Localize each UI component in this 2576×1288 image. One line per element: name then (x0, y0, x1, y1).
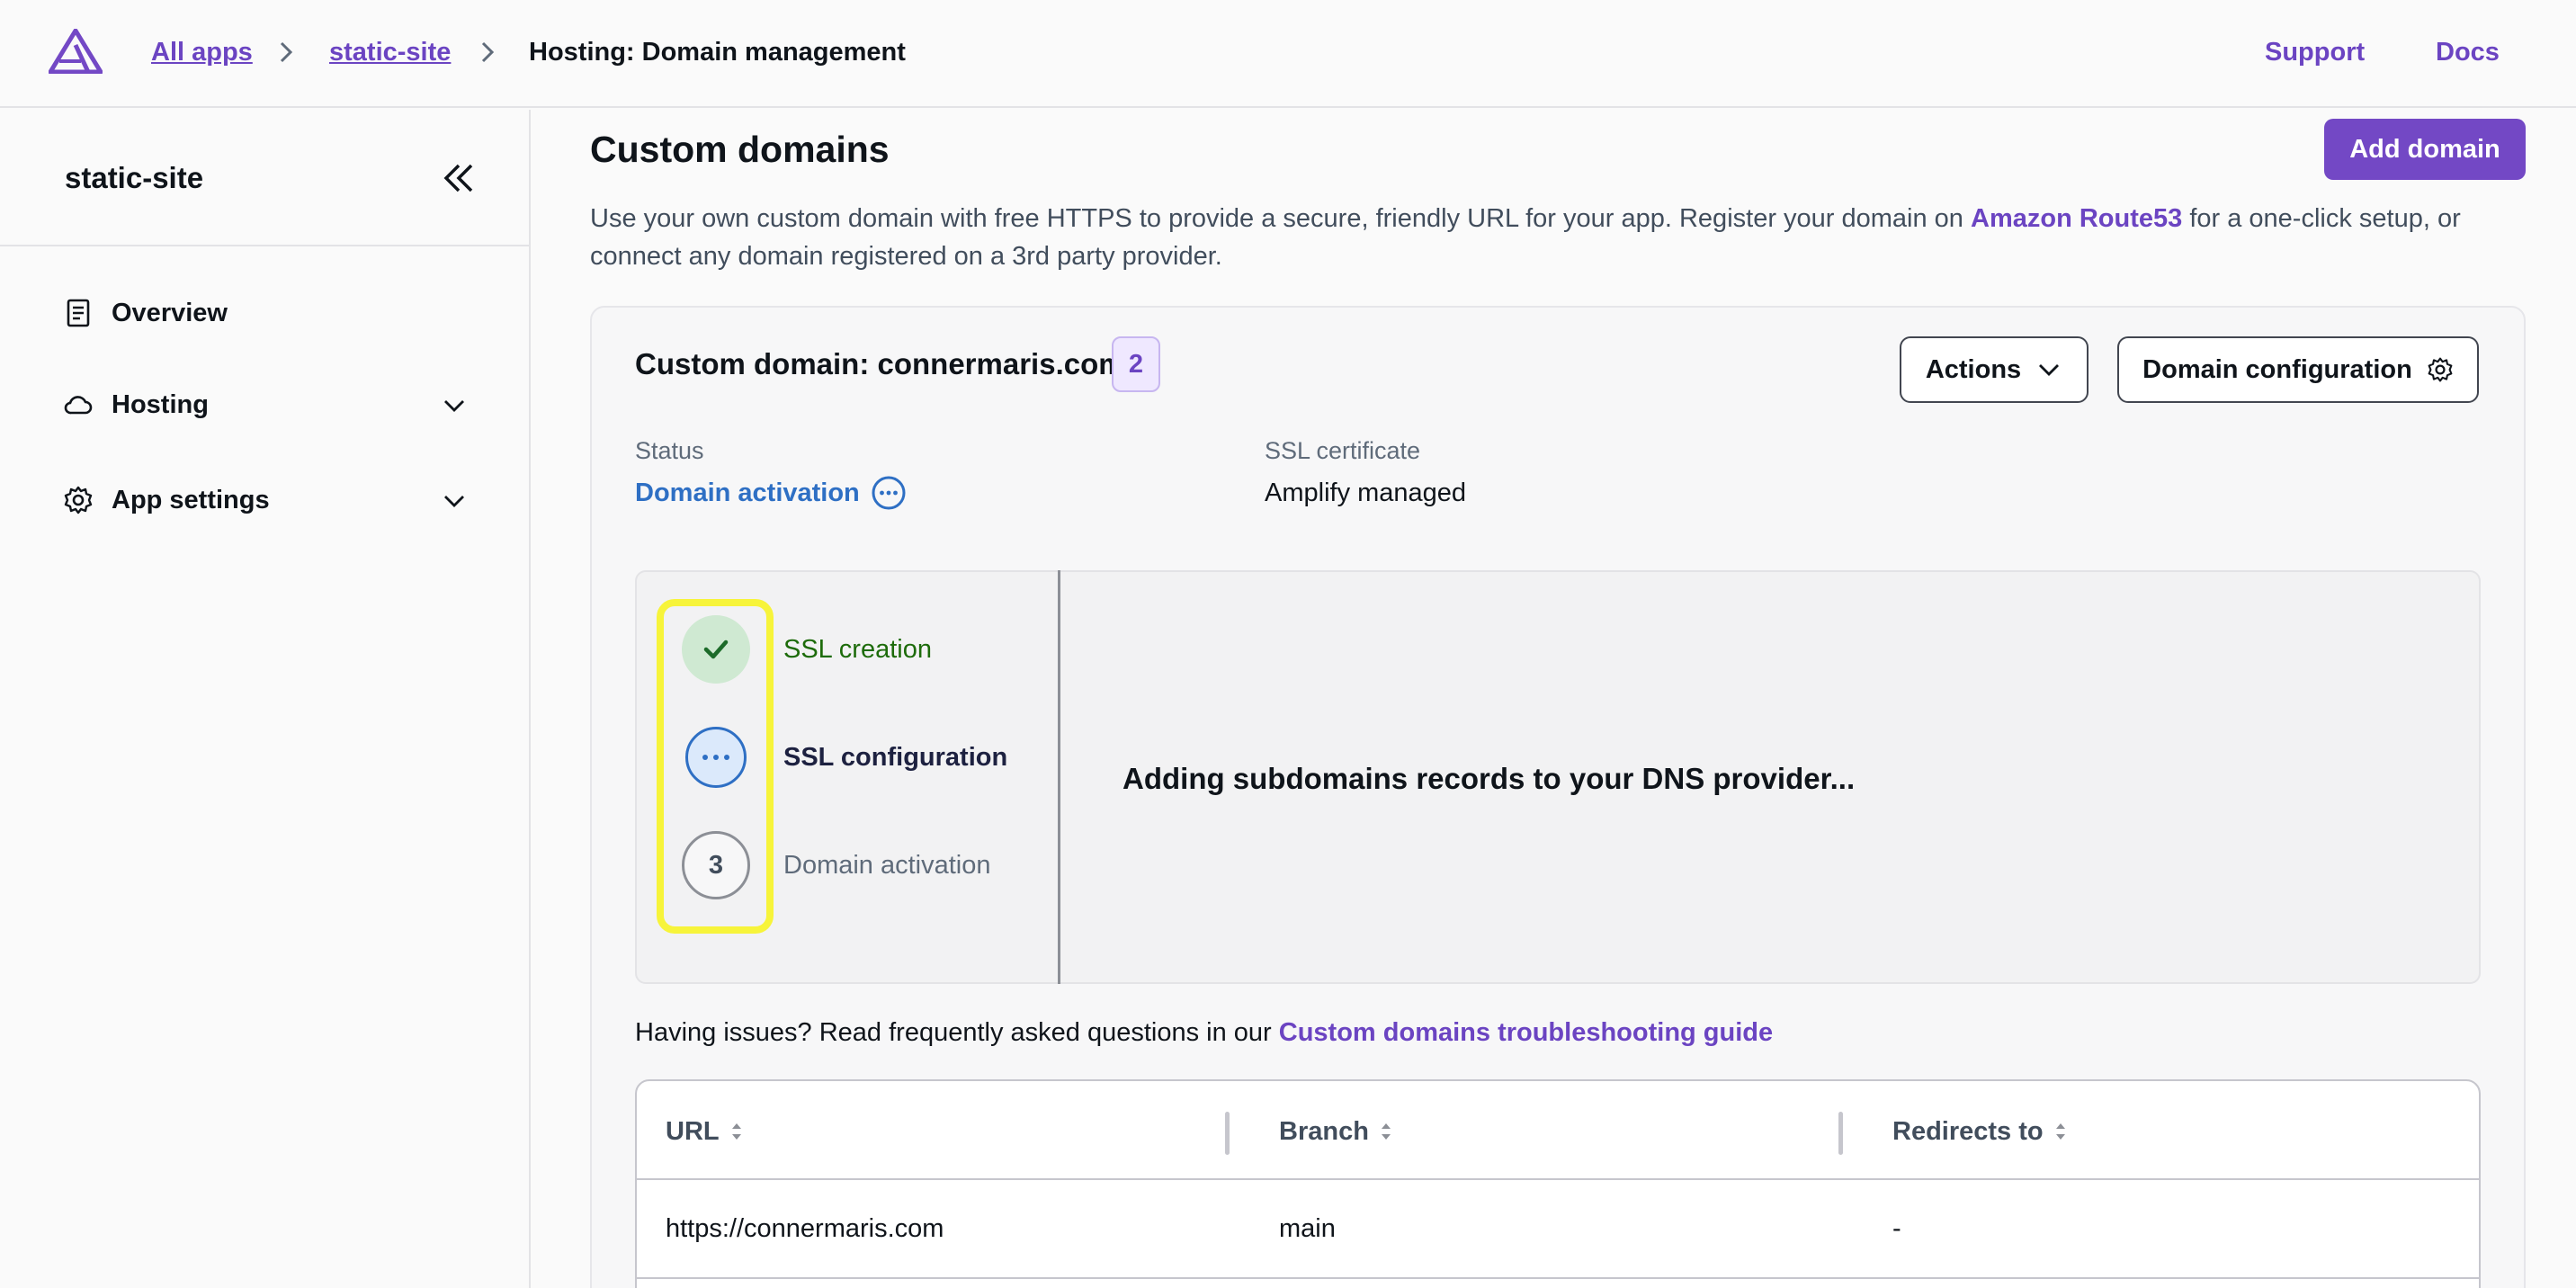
sort-icon (731, 1123, 741, 1140)
progress-message: Adding subdomains records to your DNS pr… (1123, 762, 1856, 795)
step-label-ssl-configuration: SSL configuration (783, 743, 1008, 772)
issues-text: Having issues? Read frequently asked que… (635, 1018, 1279, 1047)
sidebar-item-label: Hosting (112, 389, 209, 419)
gear-icon (2428, 357, 2453, 382)
domain-configuration-label: Domain configuration (2142, 354, 2412, 384)
breadcrumb-all-apps[interactable]: All apps (151, 34, 253, 70)
table-row-divider (637, 1277, 2479, 1279)
table-cell-branch: main (1279, 1214, 1336, 1243)
column-header-branch[interactable]: Branch (1279, 1114, 1394, 1149)
cloud-icon (64, 396, 93, 415)
chevron-right-icon (481, 41, 495, 63)
sidebar-item-hosting[interactable]: Hosting (63, 381, 468, 428)
domain-configuration-button[interactable]: Domain configuration (2117, 336, 2479, 403)
sidebar: static-site Overview Hosting App setting… (0, 110, 531, 1288)
sidebar-item-label: Overview (112, 298, 228, 327)
sidebar-item-label: App settings (112, 485, 270, 514)
sidebar-app-title: static-site (65, 161, 204, 194)
chevron-down-icon[interactable] (441, 392, 468, 419)
column-header-label: Redirects to (1892, 1117, 2044, 1146)
column-header-redirects[interactable]: Redirects to (1892, 1114, 2069, 1149)
troubleshooting-text: Having issues? Read frequently asked que… (635, 1015, 1773, 1051)
domain-card-title: Custom domain: connermaris.com (635, 347, 1125, 380)
chevron-down-icon (2039, 364, 2060, 376)
column-header-label: Branch (1279, 1117, 1369, 1146)
count-badge: 2 (1112, 336, 1160, 392)
actions-button-label: Actions (1925, 354, 2022, 384)
highlight-box (657, 599, 774, 934)
route53-link[interactable]: Amazon Route53 (1971, 204, 2182, 233)
description-text: Use your own custom domain with free HTT… (590, 204, 1971, 233)
troubleshooting-guide-link[interactable]: Custom domains troubleshooting guide (1279, 1018, 1773, 1047)
top-bar: All apps static-site Hosting: Domain man… (0, 0, 2576, 108)
ssl-certificate-label: SSL certificate (1265, 437, 1421, 464)
support-link[interactable]: Support (2265, 34, 2365, 70)
status-value-link[interactable]: Domain activation (635, 475, 907, 511)
add-domain-button[interactable]: Add domain (2324, 119, 2526, 180)
domains-table (635, 1079, 2481, 1288)
step-label-ssl-creation: SSL creation (783, 635, 932, 664)
column-resizer[interactable] (1225, 1112, 1230, 1155)
sidebar-divider (0, 245, 529, 246)
column-resizer[interactable] (1838, 1112, 1843, 1155)
column-header-label: URL (666, 1117, 720, 1146)
table-cell-url[interactable]: https://connermaris.com (666, 1211, 944, 1247)
sort-icon (1381, 1123, 1391, 1140)
docs-link[interactable]: Docs (2436, 34, 2500, 70)
table-cell-redirects: - (1892, 1214, 1901, 1243)
amplify-logo-icon[interactable] (49, 29, 103, 74)
column-header-url[interactable]: URL (666, 1114, 745, 1149)
document-icon (67, 299, 90, 327)
page-title: Custom domains (590, 129, 890, 170)
chevron-down-icon[interactable] (441, 487, 468, 514)
actions-button[interactable]: Actions (1900, 336, 2089, 403)
status-label: Status (635, 437, 704, 464)
breadcrumb-app[interactable]: static-site (329, 34, 451, 70)
ssl-certificate-value: Amplify managed (1265, 479, 1467, 507)
status-value: Domain activation (635, 479, 860, 507)
table-header-divider (637, 1178, 2479, 1180)
collapse-sidebar-icon[interactable] (439, 158, 479, 198)
sidebar-item-app-settings[interactable]: App settings (63, 477, 468, 523)
sort-icon (2055, 1123, 2065, 1140)
step-label-domain-activation: Domain activation (783, 851, 991, 880)
page-description: Use your own custom domain with free HTT… (590, 200, 2533, 275)
gear-icon (64, 486, 93, 514)
chevron-right-icon (280, 41, 293, 63)
breadcrumb-current: Hosting: Domain management (529, 38, 906, 67)
sidebar-item-overview[interactable]: Overview (63, 290, 468, 336)
in-progress-icon (872, 476, 906, 510)
panel-divider (1058, 570, 1060, 984)
